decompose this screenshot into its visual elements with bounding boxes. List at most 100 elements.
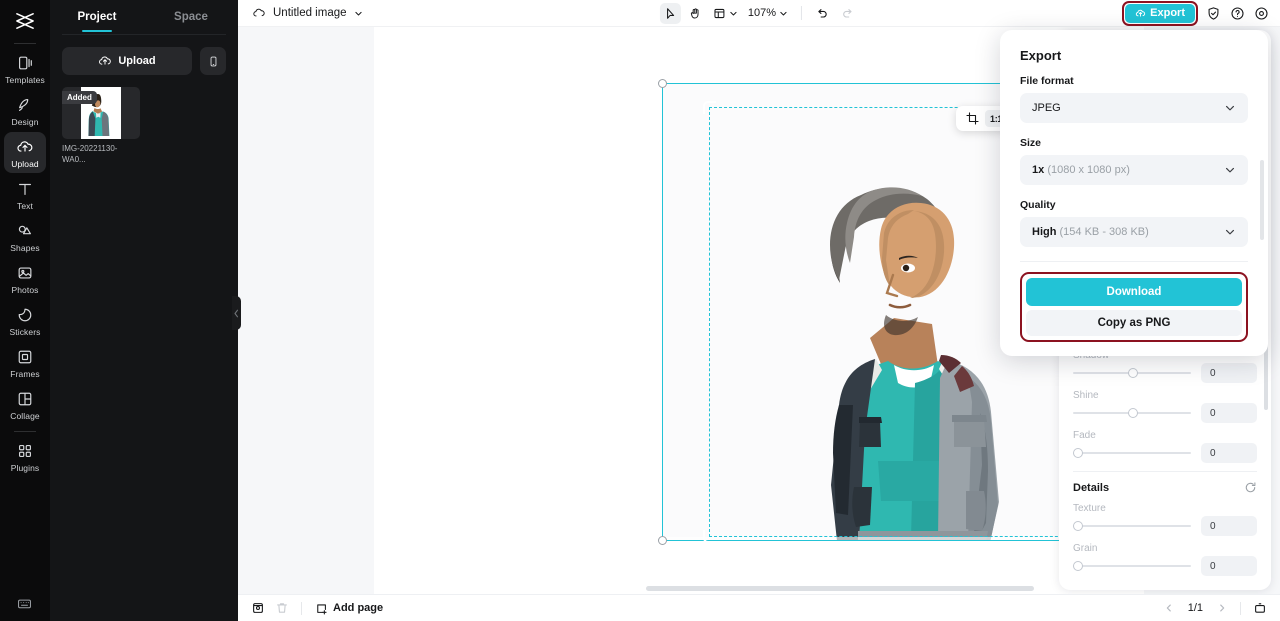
delete-page-button[interactable] <box>272 598 292 618</box>
texture-slider[interactable] <box>1073 519 1191 533</box>
page-grid-view-button[interactable] <box>1250 598 1270 618</box>
help-question-icon[interactable] <box>1229 5 1246 22</box>
quality-value-level: High <box>1032 226 1057 238</box>
frames-icon <box>16 348 34 366</box>
add-page-icon <box>315 602 328 615</box>
upload-from-phone-button[interactable] <box>200 47 226 75</box>
export-popover-title: Export <box>1020 48 1062 63</box>
sidebar-item-label: Stickers <box>9 327 41 337</box>
layout-tool-button[interactable] <box>710 3 741 24</box>
resize-handle-top-left[interactable] <box>658 79 667 88</box>
redo-button[interactable] <box>837 3 858 24</box>
text-icon <box>16 180 34 198</box>
adjust-panel-divider <box>1073 471 1257 472</box>
sidebar-item-frames[interactable]: Frames <box>4 342 46 383</box>
sidebar-item-label: Templates <box>5 75 45 85</box>
keyboard-shortcuts-icon[interactable] <box>16 595 34 613</box>
copy-as-png-button[interactable]: Copy as PNG <box>1026 310 1242 336</box>
texture-value[interactable]: 0 <box>1201 516 1257 536</box>
slider-label: Grain <box>1073 543 1098 554</box>
sidebar-item-templates[interactable]: Templates <box>4 48 46 89</box>
toolbar-right-group: Export <box>1122 0 1270 26</box>
download-button[interactable]: Download <box>1026 278 1242 306</box>
shine-slider[interactable] <box>1073 406 1191 420</box>
fade-slider[interactable] <box>1073 446 1191 460</box>
chevron-down-icon[interactable] <box>354 9 363 18</box>
sidebar-item-plugins[interactable]: Plugins <box>4 436 46 477</box>
fade-value[interactable]: 0 <box>1201 443 1257 463</box>
document-title-group[interactable]: Untitled image <box>238 6 363 20</box>
quality-value: High (154 KB - 308 KB) <box>1032 226 1149 238</box>
hand-icon <box>689 7 702 20</box>
tab-project[interactable]: Project <box>50 0 144 34</box>
slider-track <box>1073 525 1191 527</box>
zoom-level-control[interactable]: 107% <box>745 7 791 19</box>
slider-row: 0 <box>1073 403 1257 423</box>
slider-knob[interactable] <box>1073 521 1083 531</box>
sidebar-item-collage[interactable]: Collage <box>4 384 46 425</box>
slider-knob[interactable] <box>1128 408 1139 418</box>
shadow-slider[interactable] <box>1073 366 1191 380</box>
asset-item[interactable]: Added IMG-20221130-WA0... <box>62 87 140 165</box>
upload-button[interactable]: Upload <box>62 47 192 75</box>
sidebar-item-label: Design <box>11 117 39 127</box>
add-page-button[interactable]: Add page <box>311 602 387 615</box>
shapes-icon <box>16 222 34 240</box>
slider-knob[interactable] <box>1073 448 1083 458</box>
collage-icon <box>16 390 34 408</box>
select-tool-button[interactable] <box>659 2 681 24</box>
slider-knob[interactable] <box>1128 368 1139 378</box>
sidebar-item-photos[interactable]: Photos <box>4 258 46 299</box>
grain-slider[interactable] <box>1073 559 1191 573</box>
sidebar-item-design[interactable]: Design <box>4 90 46 131</box>
chevron-down-icon <box>1224 102 1236 114</box>
resize-handle-bottom-left[interactable] <box>658 536 667 545</box>
slider-row: 0 <box>1073 556 1257 576</box>
sidebar-item-upload[interactable]: Upload <box>4 132 46 173</box>
cloud-saved-icon <box>252 6 266 20</box>
sidebar-item-text[interactable]: Text <box>4 174 46 215</box>
grain-value[interactable]: 0 <box>1201 556 1257 576</box>
left-rail: Templates Design Upload Text Shapes Phot… <box>0 0 50 621</box>
add-page-label: Add page <box>333 602 384 614</box>
next-page-button[interactable] <box>1213 599 1231 617</box>
design-icon <box>16 96 34 114</box>
panel-collapse-handle[interactable] <box>232 296 241 330</box>
asset-added-badge: Added <box>62 91 97 104</box>
reset-circular-arrow-icon[interactable] <box>1244 481 1257 494</box>
hand-tool-button[interactable] <box>685 3 706 24</box>
slider-group-shine: Shine 0 <box>1073 390 1257 423</box>
sidebar-item-stickers[interactable]: Stickers <box>4 300 46 341</box>
prev-page-button[interactable] <box>1160 599 1178 617</box>
app-logo-icon[interactable] <box>0 4 50 38</box>
file-format-select[interactable]: JPEG <box>1020 93 1248 123</box>
canvas-horizontal-scrollbar[interactable] <box>646 586 1034 591</box>
size-select[interactable]: 1x (1080 x 1080 px) <box>1020 155 1248 185</box>
page-grid-icon <box>1253 601 1267 615</box>
quality-select[interactable]: High (154 KB - 308 KB) <box>1020 217 1248 247</box>
bottom-bar-divider <box>301 601 302 615</box>
shadow-value[interactable]: 0 <box>1201 363 1257 383</box>
export-popover-scrollbar[interactable] <box>1260 160 1264 240</box>
layout-panel-icon <box>713 7 726 20</box>
asset-thumbnail[interactable]: Added <box>62 87 140 139</box>
upload-row: Upload <box>62 47 226 75</box>
chevron-right-icon <box>1217 603 1227 613</box>
shield-check-icon[interactable] <box>1205 5 1222 22</box>
size-value: 1x (1080 x 1080 px) <box>1032 164 1130 176</box>
settings-gear-icon[interactable] <box>1253 5 1270 22</box>
sidebar-item-label: Photos <box>11 285 39 295</box>
undo-button[interactable] <box>812 3 833 24</box>
bottom-bar-divider-2 <box>1240 601 1241 615</box>
duplicate-page-button[interactable] <box>248 598 268 618</box>
file-format-label: File format <box>1020 75 1074 87</box>
export-button[interactable]: Export <box>1125 3 1195 23</box>
crop-tool-button[interactable] <box>963 109 982 128</box>
crop-icon <box>966 112 979 125</box>
photos-icon <box>16 264 34 282</box>
tab-space[interactable]: Space <box>144 0 238 34</box>
sidebar-item-shapes[interactable]: Shapes <box>4 216 46 257</box>
shine-value[interactable]: 0 <box>1201 403 1257 423</box>
bottom-bar-right: 1/1 <box>1160 598 1270 618</box>
slider-knob[interactable] <box>1073 561 1083 571</box>
